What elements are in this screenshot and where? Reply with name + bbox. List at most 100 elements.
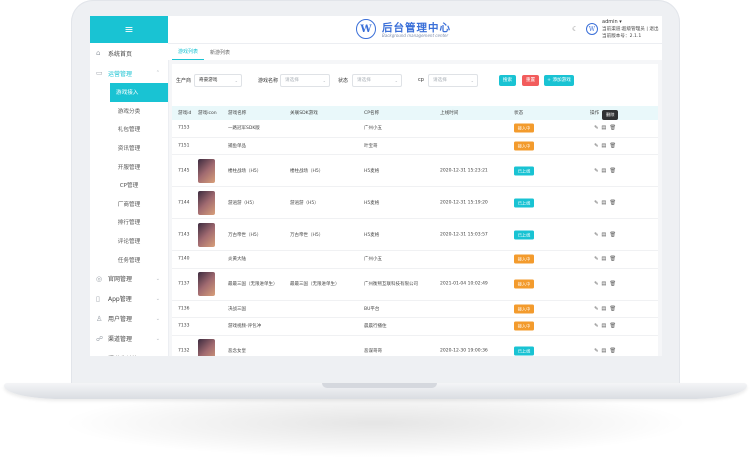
main-content: 生产商 奇豪游戏 ⌄ 游戏名称 请选择 ⌄ 状态 请选择 ⌄ cp 请选择 ⌄ 搜索 重… bbox=[172, 64, 658, 356]
delete-icon[interactable]: 🗑 bbox=[609, 256, 619, 262]
add-game-button[interactable]: + 添加游戏 bbox=[544, 75, 574, 86]
row-actions: ✎▤🗑 bbox=[594, 200, 619, 206]
delete-icon[interactable]: 🗑 bbox=[609, 143, 619, 149]
sidebar-item[interactable]: ◎ 官网管理 ⌄ bbox=[90, 269, 168, 289]
app-screen: ≡ ⌂ 系统首页 ▭ 运营管理 ⌃ 游戏接入 游戏分类 礼包管理 资讯管理 开服管理 CP管理 厂商… bbox=[90, 16, 662, 356]
status-badge[interactable]: 接入中 bbox=[514, 141, 534, 151]
status-badge[interactable]: 接入中 bbox=[514, 279, 534, 289]
delete-icon[interactable]: 🗑 bbox=[609, 232, 619, 238]
status-badge[interactable]: 已上线 bbox=[514, 198, 534, 207]
game-icon-image bbox=[198, 339, 215, 356]
chevron-down-icon: ⌄ bbox=[394, 78, 398, 83]
sidebar-subitem[interactable]: 任务管理 bbox=[90, 250, 168, 269]
cp-name: H5麦格 bbox=[364, 200, 380, 206]
cp-name: 恶谋哥哥 bbox=[364, 349, 382, 354]
delete-icon[interactable]: 🗑 bbox=[609, 281, 619, 287]
sidebar-subitem[interactable]: 游戏接入 bbox=[110, 83, 168, 102]
cp-name: 广州衡熙互联科技有限公司 bbox=[364, 282, 418, 287]
tab-game-list[interactable]: 游戏列表 bbox=[172, 46, 205, 60]
sidebar-item[interactable]: ☍ 渠道管理 ⌄ bbox=[90, 329, 168, 349]
column-header: CP名称 bbox=[364, 111, 380, 116]
sidebar-item-label: 渠道收益管理 bbox=[108, 354, 144, 356]
tab-new-game-list[interactable]: 新游列表 bbox=[204, 47, 236, 60]
game-name: 游戏视频-评包冲 bbox=[228, 324, 262, 330]
sidebar-subitem[interactable]: CP管理 bbox=[90, 176, 168, 195]
theme-toggle-icon[interactable]: ☾ bbox=[572, 25, 578, 33]
sidebar-subitem[interactable]: 游戏分类 bbox=[90, 102, 168, 121]
cp-name: 晨晨行播住 bbox=[364, 324, 387, 330]
cp-select[interactable]: 请选择 ⌄ bbox=[428, 74, 478, 87]
delete-icon[interactable]: 🗑 bbox=[609, 125, 619, 131]
game-name: 楼柱战场（H5） bbox=[228, 168, 262, 174]
reset-button[interactable]: 重置 bbox=[522, 75, 539, 86]
delete-icon[interactable]: 🗑 bbox=[609, 168, 619, 174]
table-row: 7151 捕鱼单品 叶宝哥 接入中 ✎▤🗑 bbox=[172, 138, 658, 155]
column-header: 上线时间 bbox=[440, 111, 459, 116]
brand-subtitle: Background management center bbox=[382, 33, 449, 38]
row-actions: ✎▤🗑 bbox=[594, 143, 619, 149]
sdk-game: 楼柱战场（H5） bbox=[290, 168, 324, 174]
status-badge[interactable]: 接入中 bbox=[514, 304, 534, 314]
delete-icon[interactable]: 🗑 bbox=[609, 323, 619, 329]
status-badge[interactable]: 接入中 bbox=[514, 254, 534, 264]
menu-icon: ◎ bbox=[96, 274, 103, 283]
status-select[interactable]: 请选择 ⌄ bbox=[352, 74, 402, 87]
row-actions: ✎▤🗑 bbox=[594, 232, 619, 238]
status-label: 状态 bbox=[338, 78, 349, 84]
row-actions: ✎▤🗑 bbox=[594, 256, 619, 262]
filter-bar: 生产商 奇豪游戏 ⌄ 游戏名称 请选择 ⌄ 状态 请选择 ⌄ cp 请选择 ⌄ 搜索 重… bbox=[172, 74, 658, 88]
menu-icon: ◉ bbox=[96, 355, 108, 356]
game-id: 7132 bbox=[178, 348, 190, 354]
sidebar-subitem[interactable]: 资讯管理 bbox=[90, 139, 168, 158]
sidebar-subitem[interactable]: 厂商管理 bbox=[90, 195, 168, 214]
sidebar-subitem[interactable]: 开服管理 bbox=[90, 157, 168, 176]
sidebar-item-label: App管理 bbox=[108, 296, 132, 304]
sidebar-item-label: 运营管理 bbox=[108, 70, 133, 78]
logo-icon: W bbox=[356, 19, 376, 39]
row-actions: ✎▤🗑 bbox=[594, 168, 619, 174]
sidebar-item[interactable]: ◉渠道收益管理⌄ bbox=[90, 349, 168, 356]
sidebar-item[interactable]: ♙ 用户管理 ⌄ bbox=[90, 309, 168, 329]
table-row: 7140 炎黄大陆 广州小五 接入中 ✎▤🗑 bbox=[172, 251, 658, 269]
delete-icon[interactable]: 🗑 bbox=[609, 348, 619, 354]
game-name-select[interactable]: 请选择 ⌄ bbox=[280, 74, 330, 87]
status-badge[interactable]: 已上线 bbox=[514, 346, 534, 356]
column-header: 操作 bbox=[590, 111, 600, 116]
row-actions: ✎▤🗑 bbox=[594, 306, 619, 312]
menu-toggle-icon[interactable]: ≡ bbox=[90, 16, 168, 43]
cp-name: 叶宝哥 bbox=[364, 143, 378, 149]
status-badge[interactable]: 已上线 bbox=[514, 230, 534, 239]
status-badge[interactable]: 接入中 bbox=[514, 123, 534, 133]
sidebar-item-label: 渠道管理 bbox=[108, 336, 133, 344]
delete-icon[interactable]: 🗑 bbox=[609, 306, 619, 312]
sidebar-item[interactable]: ▭ 运营管理 ⌃ bbox=[90, 63, 168, 83]
table-row: 7132 恶念女皇 恶谋哥哥 2020-12-30 19:00:36 已上线 ✎▤🗑 bbox=[172, 336, 658, 356]
search-button[interactable]: 搜索 bbox=[499, 75, 516, 86]
status-badge[interactable]: 已上线 bbox=[514, 166, 534, 175]
sidebar-subitem[interactable]: 礼包管理 bbox=[90, 120, 168, 139]
laptop-base bbox=[4, 383, 747, 399]
game-id: 7145 bbox=[178, 168, 190, 173]
delete-icon[interactable]: 🗑 bbox=[609, 200, 619, 206]
row-actions: ✎▤🗑 bbox=[594, 323, 619, 329]
game-name: 决战三国 bbox=[228, 306, 246, 312]
table-row: 7153 一路冠军SDK版 广州小五 接入中 ✎▤🗑 bbox=[172, 120, 658, 138]
column-header: 状态 bbox=[514, 111, 524, 116]
sidebar-subitem[interactable]: 排行管理 bbox=[90, 213, 168, 232]
status-badge[interactable]: 接入中 bbox=[514, 321, 534, 331]
game-id: 7140 bbox=[178, 256, 190, 262]
online-time: 2021-01-04 10:02:49 bbox=[440, 281, 488, 287]
tab-bar: 游戏列表 新游列表 bbox=[168, 44, 662, 60]
game-icon-image bbox=[198, 190, 215, 215]
column-header: 游戏id bbox=[178, 111, 192, 116]
sidebar-item[interactable]: ⌂ 系统首页 bbox=[90, 43, 168, 63]
online-time: 2020-12-31 15:19:20 bbox=[440, 200, 488, 205]
header: W 后台管理中心 Background management center ☾ … bbox=[168, 16, 662, 44]
vendor-select[interactable]: 奇豪游戏 ⌄ bbox=[194, 74, 242, 87]
sidebar-item[interactable]: ▯ App管理 ⌄ bbox=[90, 289, 168, 309]
table-row: 7133 游戏视频-评包冲 晨晨行播住 接入中 ✎▤🗑 bbox=[172, 318, 658, 336]
username-dropdown[interactable]: admin ▾ bbox=[602, 19, 622, 25]
game-name: 游逍游（H5） bbox=[228, 200, 257, 206]
sidebar-subitem[interactable]: 评论管理 bbox=[90, 232, 168, 251]
avatar[interactable]: W bbox=[586, 23, 598, 35]
